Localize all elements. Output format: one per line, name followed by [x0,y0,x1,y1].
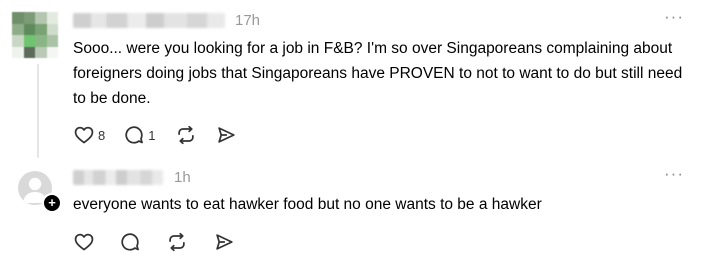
post1-more-options-button[interactable]: ··· [664,7,684,27]
follow-plus-badge[interactable]: + [42,193,62,213]
share-icon [213,231,235,253]
post1-like-button[interactable]: 8 [73,124,105,146]
post1-actions: 8 1 [73,124,237,146]
heart-icon [73,124,95,146]
post2-timestamp: 1h [174,169,191,186]
post2-reply-button[interactable] [119,231,141,253]
post1-username-blurred[interactable] [73,13,225,28]
post2-like-button[interactable] [73,231,95,253]
post2-share-button[interactable] [213,231,235,253]
post2-more-options-button[interactable]: ··· [664,164,684,184]
post1-reply-count: 1 [148,127,156,143]
post1-avatar[interactable] [12,12,58,58]
post1-share-button[interactable] [215,124,237,146]
post1-repost-button[interactable] [175,124,197,146]
comment-icon [123,124,145,146]
post1-reply-button[interactable]: 1 [123,124,155,146]
repost-icon [166,231,188,253]
post1-like-count: 8 [98,127,106,143]
heart-icon [73,231,95,253]
post2-body: everyone wants to eat hawker food but no… [73,196,542,213]
post2-username-blurred[interactable] [73,170,163,185]
post1-body: Sooo... were you looking for a job in F&… [73,40,683,107]
post2-repost-button[interactable] [166,231,188,253]
comment-icon [119,231,141,253]
post1-timestamp: 17h [235,12,261,29]
share-icon [215,124,237,146]
thread-line [37,64,39,158]
post2-actions [73,231,235,253]
repost-icon [175,124,197,146]
